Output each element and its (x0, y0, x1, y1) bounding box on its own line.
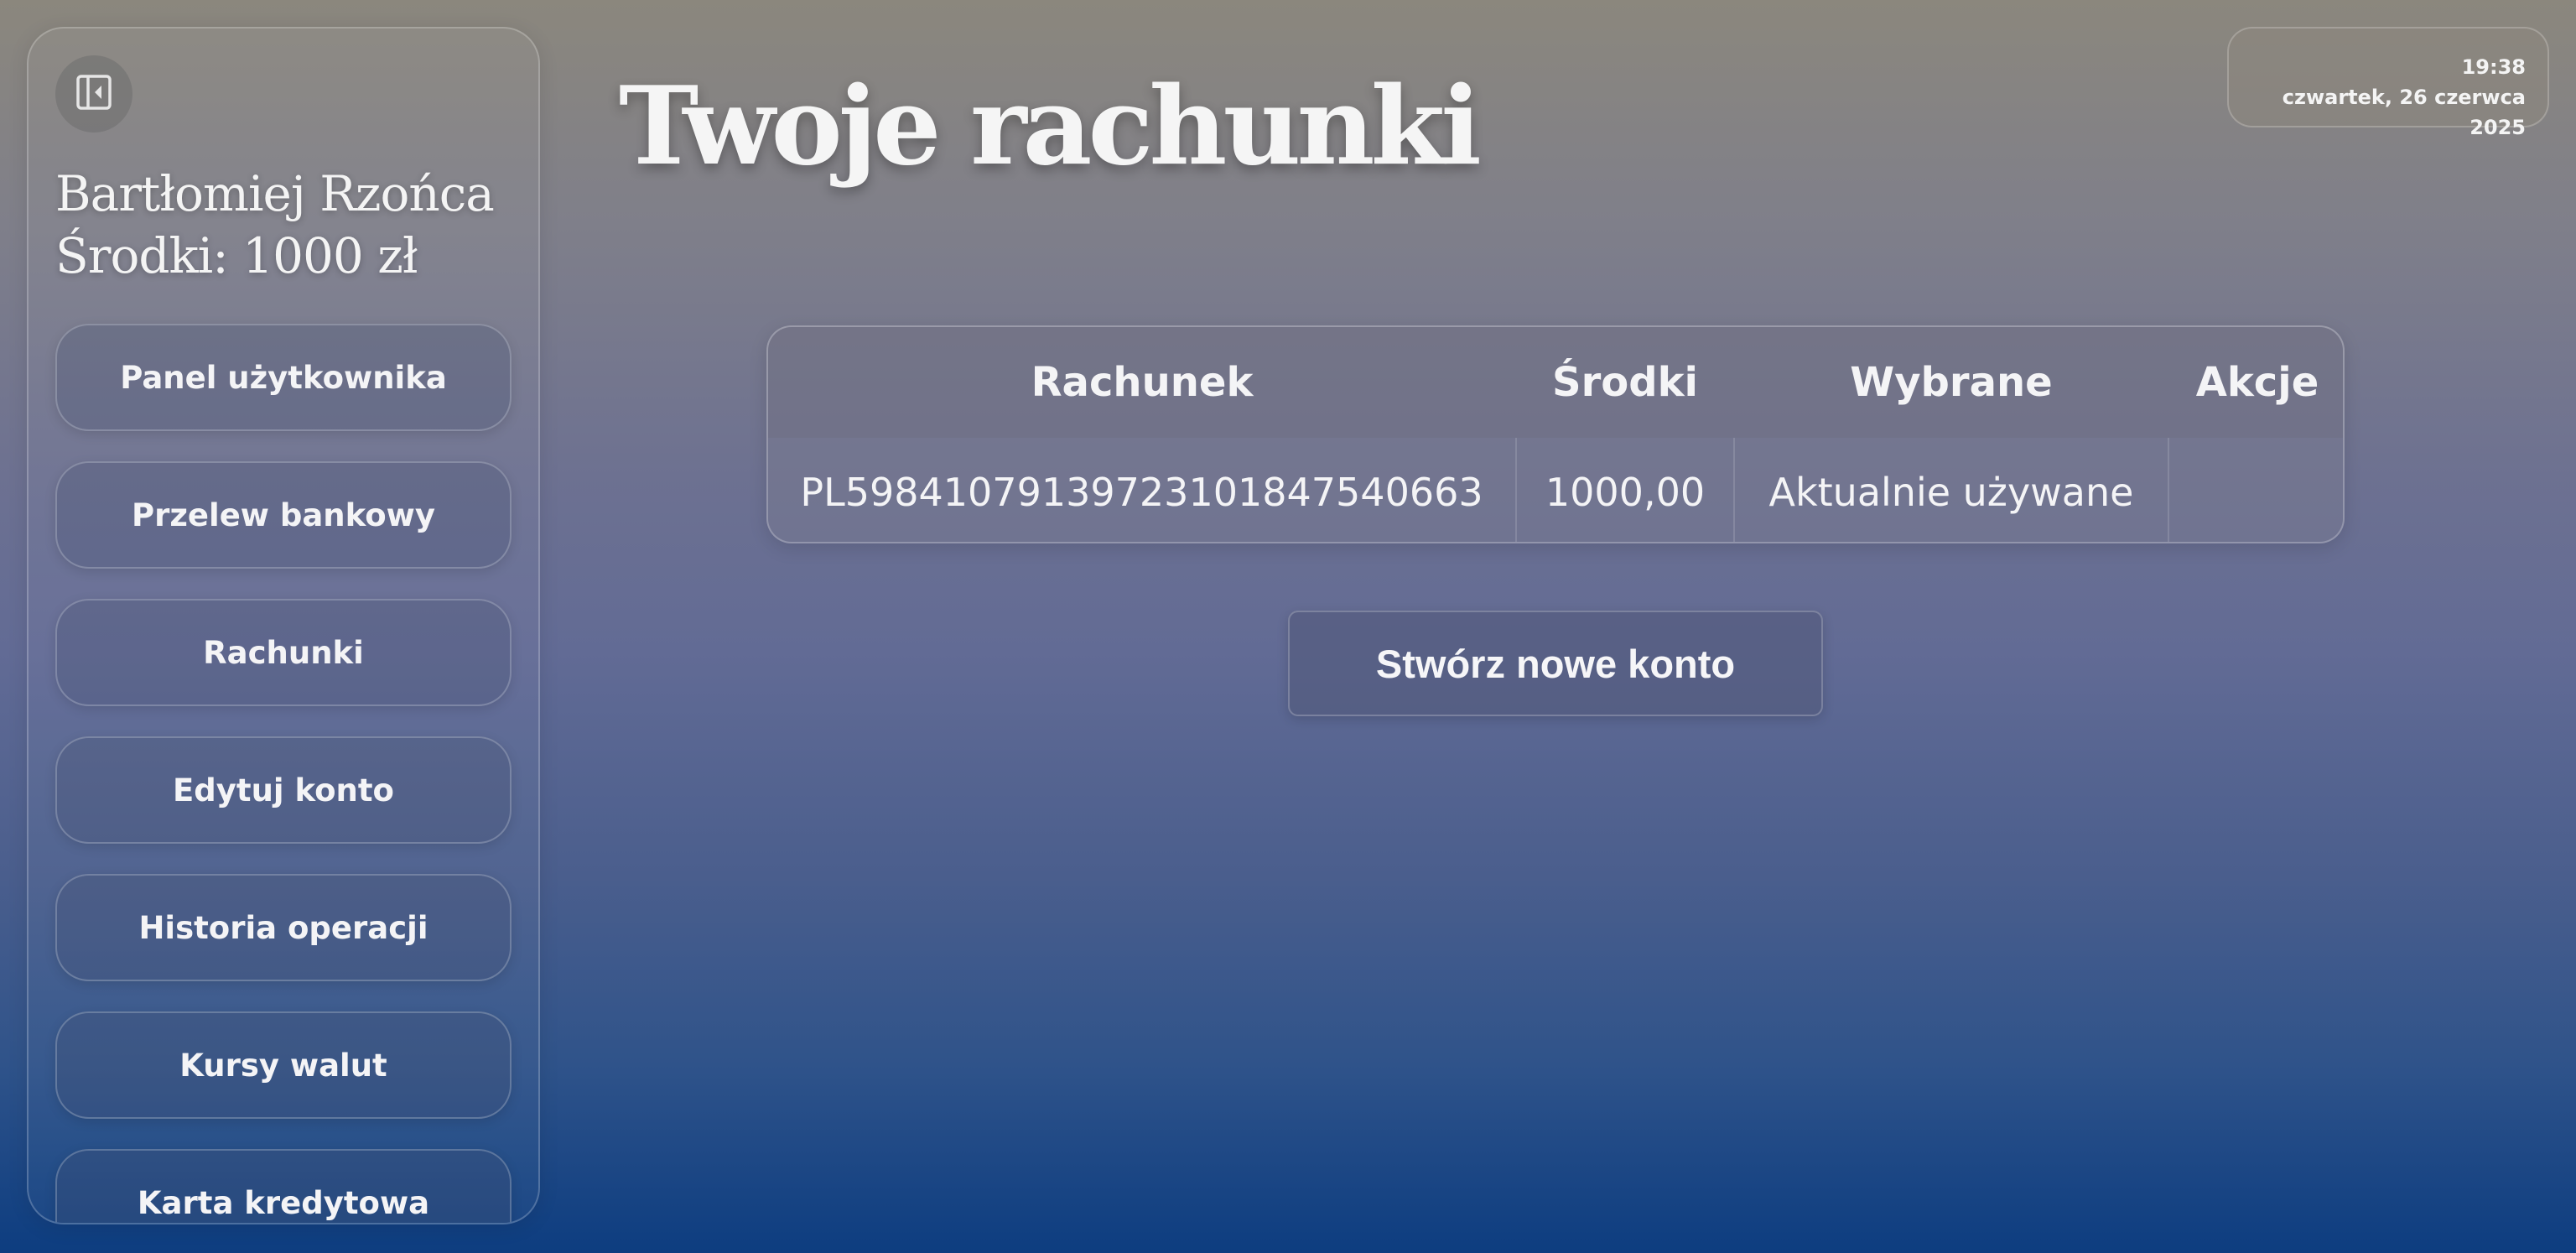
user-balance: Środki: 1000 zł (55, 227, 418, 284)
sidebar-item-operation-history[interactable]: Historia operacji (55, 874, 512, 981)
accounts-table: Rachunek Środki Wybrane Akcje PL59841079… (768, 327, 2343, 542)
sidebar-item-label: Karta kredytowa (137, 1184, 430, 1221)
sidebar-item-label: Historia operacji (138, 909, 428, 946)
user-name: Bartłomiej Rzońca (55, 165, 495, 222)
page-title: Twoje rachunki (619, 64, 1482, 190)
sidebar-item-label: Edytuj konto (173, 772, 394, 808)
clock-date: czwartek, 26 czerwca 2025 (2282, 86, 2526, 139)
account-selected-cell: Aktualnie używane (1733, 438, 2168, 542)
table-row: PL59841079139723101847540663 1000,00 Akt… (768, 438, 2343, 542)
column-header-funds: Środki (1516, 327, 1734, 438)
clock-time: 19:38 (2461, 55, 2526, 79)
create-account-button[interactable]: Stwórz nowe konto (1288, 611, 1823, 716)
accounts-table-card: Rachunek Środki Wybrane Akcje PL59841079… (766, 325, 2345, 543)
sidebar-item-edit-account[interactable]: Edytuj konto (55, 736, 512, 844)
sidebar-item-label: Przelew bankowy (132, 497, 435, 533)
sidebar: Bartłomiej Rzońca Środki: 1000 zł Panel … (27, 27, 540, 1224)
account-number-cell: PL59841079139723101847540663 (768, 438, 1516, 542)
column-header-selected: Wybrane (1734, 327, 2168, 438)
sidebar-item-user-panel[interactable]: Panel użytkownika (55, 324, 512, 431)
sidebar-item-label: Rachunki (203, 634, 364, 671)
sidebar-collapse-button[interactable] (55, 55, 132, 133)
clock-widget: 19:38 czwartek, 26 czerwca 2025 (2227, 27, 2549, 139)
sidebar-item-label: Panel użytkownika (120, 359, 447, 396)
user-info: Bartłomiej Rzońca Środki: 1000 zł (55, 163, 495, 287)
sidebar-item-label: Kursy walut (179, 1047, 387, 1084)
sidebar-item-credit-card[interactable]: Karta kredytowa (55, 1149, 512, 1223)
account-funds-cell: 1000,00 (1515, 438, 1734, 542)
column-header-actions: Akcje (2168, 327, 2343, 438)
sidebar-collapse-icon (75, 74, 112, 114)
sidebar-nav: Panel użytkownika Przelew bankowy Rachun… (55, 324, 513, 1223)
column-header-account: Rachunek (768, 327, 1516, 438)
sidebar-item-accounts[interactable]: Rachunki (55, 599, 512, 706)
sidebar-item-bank-transfer[interactable]: Przelew bankowy (55, 461, 512, 569)
table-header-row: Rachunek Środki Wybrane Akcje (768, 327, 2343, 438)
create-account-button-label: Stwórz nowe konto (1375, 641, 1736, 686)
account-actions-cell (2168, 438, 2343, 542)
sidebar-item-exchange-rates[interactable]: Kursy walut (55, 1011, 512, 1119)
